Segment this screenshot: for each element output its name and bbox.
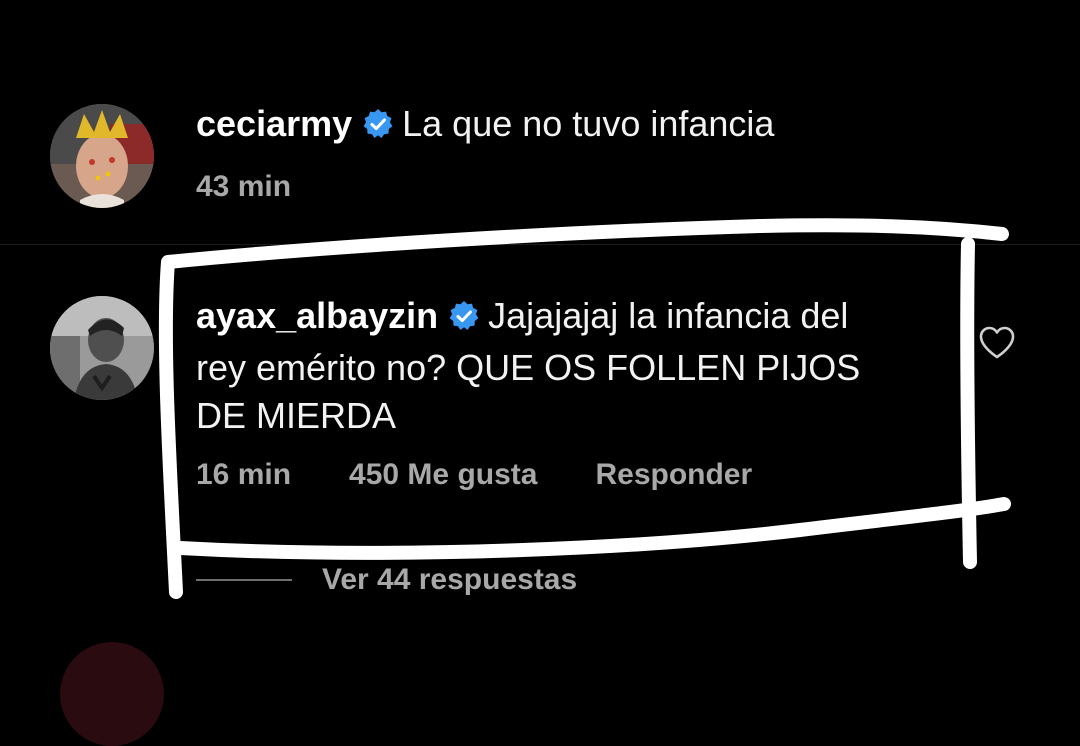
comment-body: ceciarmy La que no tuvo infancia [196, 100, 774, 152]
comment-time: 16 min [196, 458, 292, 491]
view-replies[interactable]: Ver 44 respuestas [196, 558, 577, 602]
comment-time: 43 min [196, 170, 292, 203]
reply-button[interactable]: Responder [595, 458, 752, 491]
verified-badge-icon [448, 296, 480, 344]
comment-text: La que no tuvo infancia [402, 103, 775, 144]
verified-badge-icon [362, 104, 394, 152]
replies-divider-line [196, 579, 292, 581]
view-replies-label[interactable]: Ver 44 respuestas [322, 563, 577, 597]
username[interactable]: ceciarmy [196, 103, 352, 144]
avatar-ceciarmy[interactable] [50, 104, 154, 208]
divider [0, 244, 1080, 245]
like-count[interactable]: 450 Me gusta [349, 458, 537, 491]
comment-body: ayax_albayzin Jajajajaj la infancia del r… [196, 292, 896, 440]
avatar-next-comment[interactable] [60, 642, 164, 746]
username[interactable]: ayax_albayzin [196, 295, 438, 336]
comment-meta: 43 min [196, 170, 349, 204]
comment-meta: 16 min 450 Me gusta Responder [196, 458, 810, 492]
avatar-ayax-albayzin[interactable] [50, 296, 154, 400]
heart-outline-icon[interactable] [978, 325, 1016, 366]
